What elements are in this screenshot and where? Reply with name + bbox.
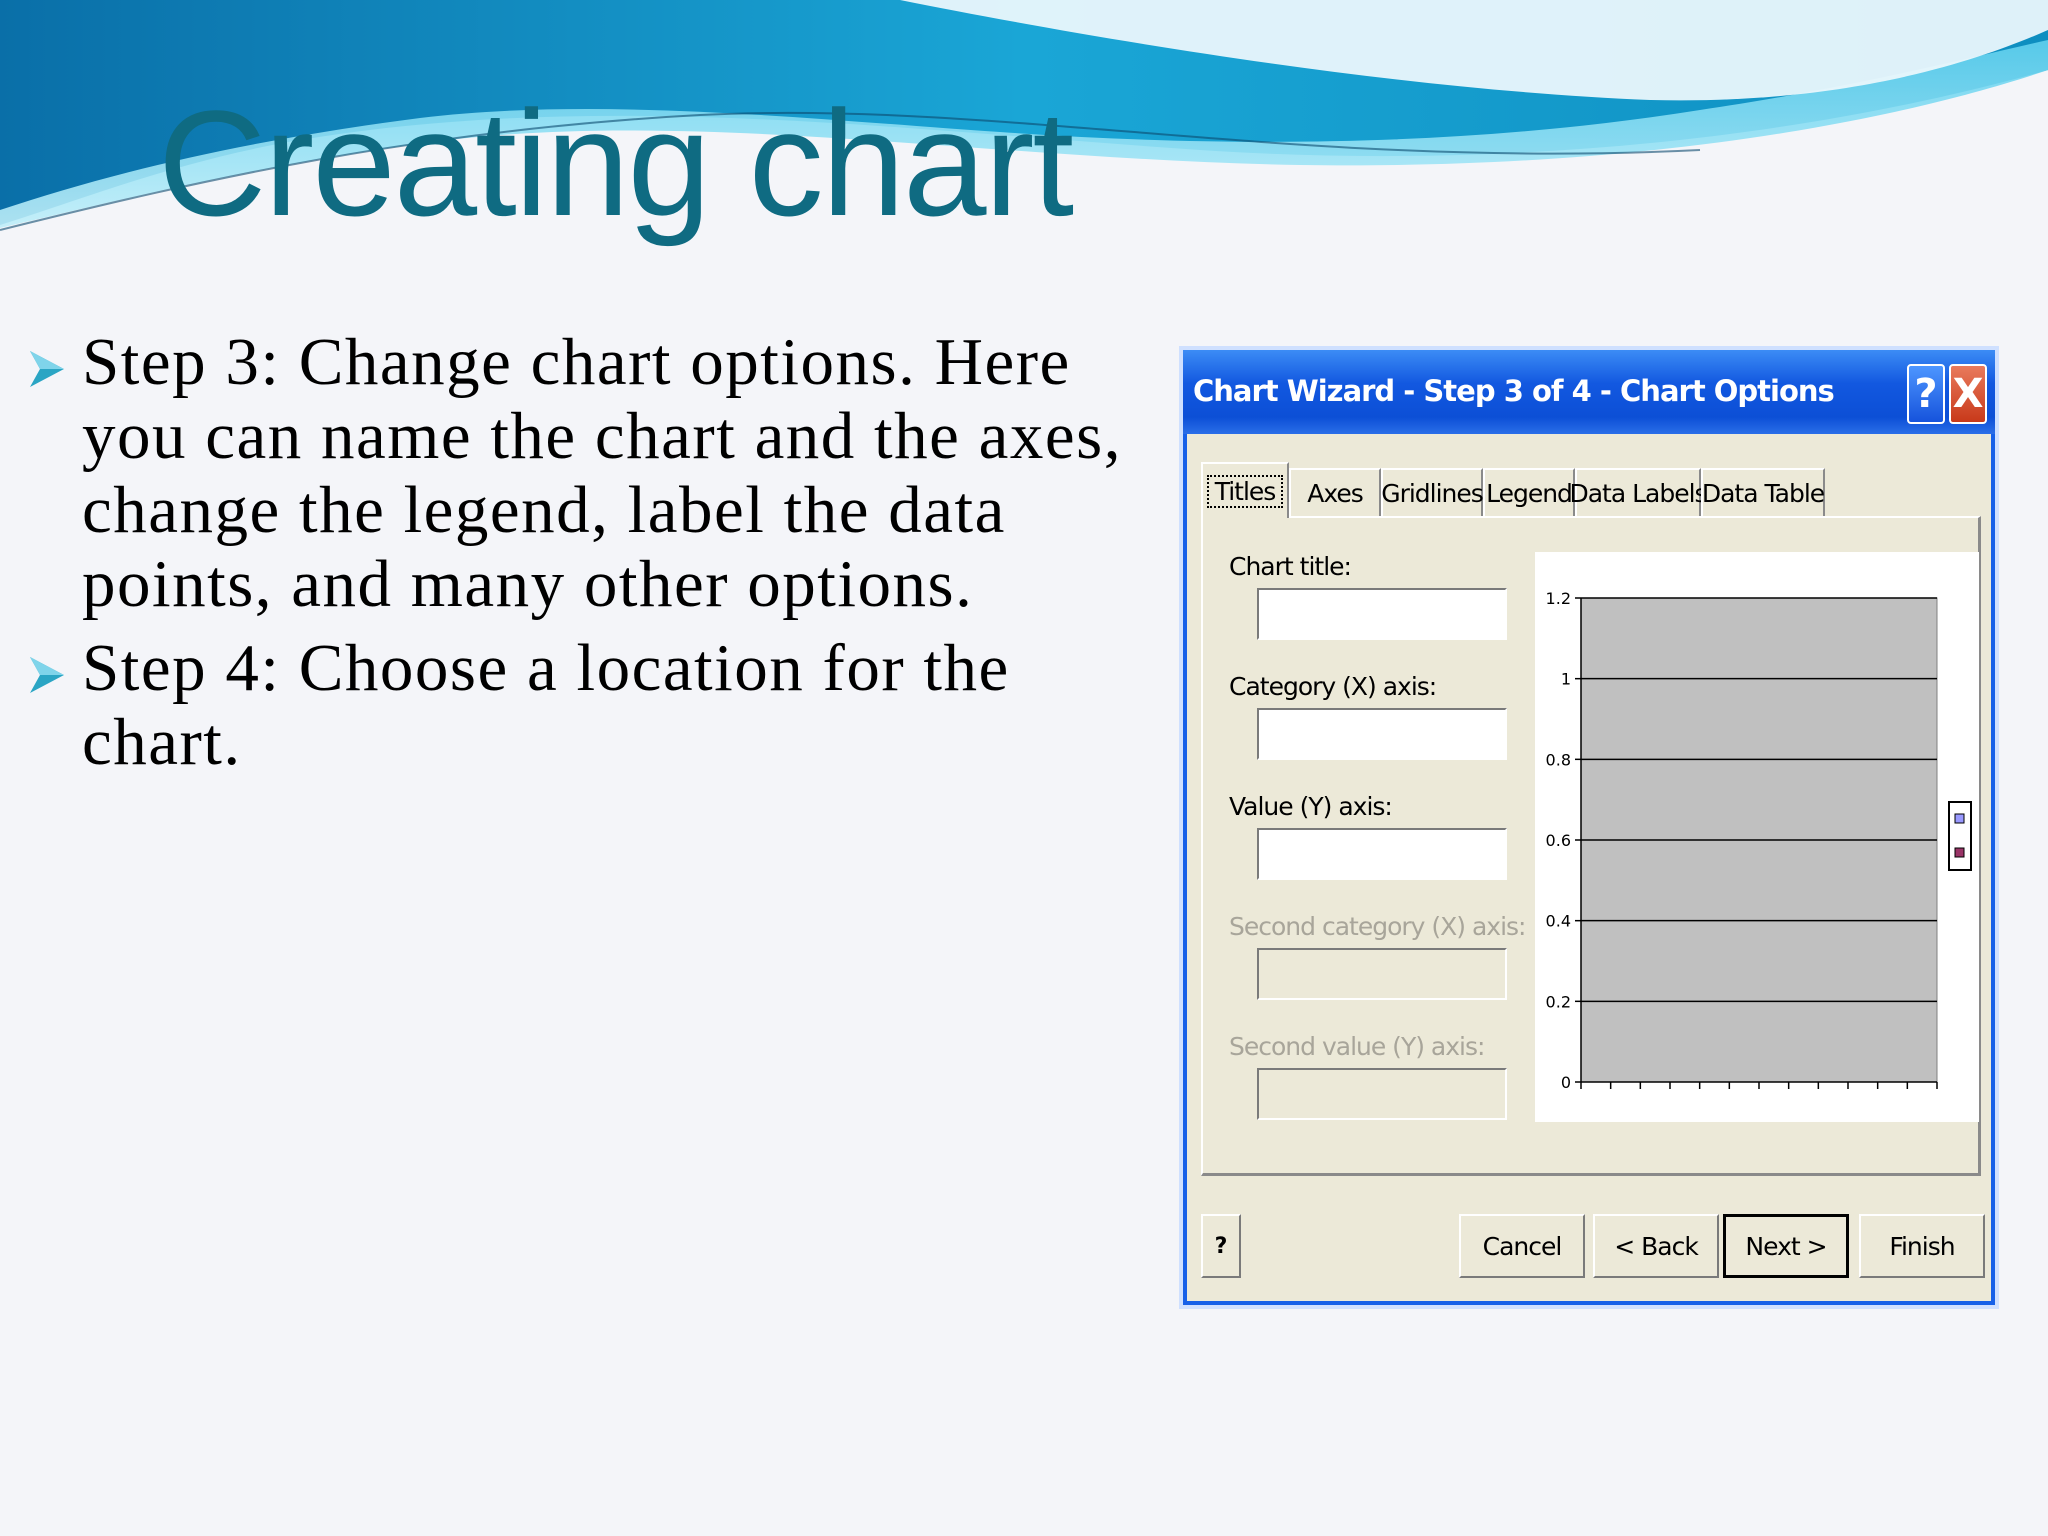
chart-preview: 0 0.2 0.4 0.6 0.8 1 1.2 — [1535, 552, 1979, 1122]
slide-title: Creating chart — [158, 79, 1074, 247]
arrow-bullet-icon — [30, 657, 64, 693]
second-value-y-axis-input — [1257, 1068, 1507, 1120]
value-y-axis-label: Value (Y) axis: — [1229, 792, 1393, 821]
finish-button[interactable]: Finish — [1859, 1214, 1985, 1278]
tab-legend[interactable]: Legend — [1483, 468, 1575, 516]
tab-gridlines[interactable]: Gridlines — [1381, 468, 1484, 516]
tab-axes[interactable]: Axes — [1289, 468, 1381, 516]
legend-box — [1948, 801, 1972, 871]
tab-titles[interactable]: Titles — [1201, 462, 1289, 518]
bullet-text: Step 3: Change chart options. Here you c… — [82, 325, 1122, 621]
category-x-axis-input[interactable] — [1257, 708, 1507, 760]
tab-label: Data Labels — [1569, 478, 1707, 508]
second-category-x-axis-input — [1257, 948, 1507, 1000]
chart-title-label: Chart title: — [1229, 552, 1352, 581]
y-tick-label: 0 — [1561, 1073, 1571, 1092]
tab-label: Legend — [1486, 478, 1573, 508]
y-tick-label: 1 — [1561, 670, 1571, 689]
titlebar-help-button[interactable]: ? — [1907, 364, 1945, 424]
chart-preview-plot: 0 0.2 0.4 0.6 0.8 1 1.2 — [1546, 589, 1972, 1092]
second-value-y-axis-label: Second value (Y) axis: — [1229, 1032, 1485, 1061]
office-assistant-help-button[interactable]: ? — [1201, 1214, 1241, 1278]
second-category-x-axis-label: Second category (X) axis: — [1229, 912, 1526, 941]
tab-label: Data Table — [1701, 478, 1825, 508]
legend-key-swatch — [1954, 813, 1965, 824]
chart-title-input[interactable] — [1257, 588, 1507, 640]
tab-label: Gridlines — [1381, 478, 1484, 508]
y-tick-label: 0.4 — [1546, 912, 1571, 931]
y-tick-label: 1.2 — [1546, 589, 1571, 608]
titlebar-close-button[interactable]: X — [1949, 364, 1987, 424]
tab-strip: Titles Axes Gridlines Legend Data Labels… — [1201, 462, 1981, 518]
category-x-axis-label: Category (X) axis: — [1229, 672, 1437, 701]
tab-label: Axes — [1307, 478, 1364, 508]
y-tick-label: 0.8 — [1546, 750, 1571, 769]
value-y-axis-input[interactable] — [1257, 828, 1507, 880]
titles-tab-panel: Chart title: Category (X) axis: Value (Y… — [1201, 516, 1981, 1176]
dialog-button-row: ? Cancel < Back Next > Finish — [1187, 1176, 1999, 1306]
dialog-title: Chart Wizard - Step 3 of 4 - Chart Optio… — [1193, 374, 1835, 408]
y-tick-label: 0.2 — [1546, 992, 1571, 1011]
tab-label: Titles — [1206, 474, 1284, 508]
y-tick-label: 0.6 — [1546, 831, 1571, 850]
tab-data-table[interactable]: Data Table — [1701, 468, 1825, 516]
back-button[interactable]: < Back — [1593, 1214, 1719, 1278]
bullet-item: Step 4: Choose a location for the chart. — [24, 631, 1164, 779]
legend-key-swatch — [1954, 847, 1965, 858]
dialog-titlebar[interactable]: Chart Wizard - Step 3 of 4 - Chart Optio… — [1183, 350, 1995, 434]
next-button[interactable]: Next > — [1723, 1214, 1849, 1278]
bullet-list: Step 3: Change chart options. Here you c… — [24, 325, 1164, 789]
cancel-button[interactable]: Cancel — [1459, 1214, 1585, 1278]
tab-data-labels[interactable]: Data Labels — [1569, 468, 1708, 516]
arrow-bullet-icon — [30, 351, 64, 387]
bullet-text: Step 4: Choose a location for the chart. — [82, 631, 1010, 779]
bullet-item: Step 3: Change chart options. Here you c… — [24, 325, 1164, 621]
chart-wizard-dialog: Chart Wizard - Step 3 of 4 - Chart Optio… — [1183, 350, 1995, 1305]
